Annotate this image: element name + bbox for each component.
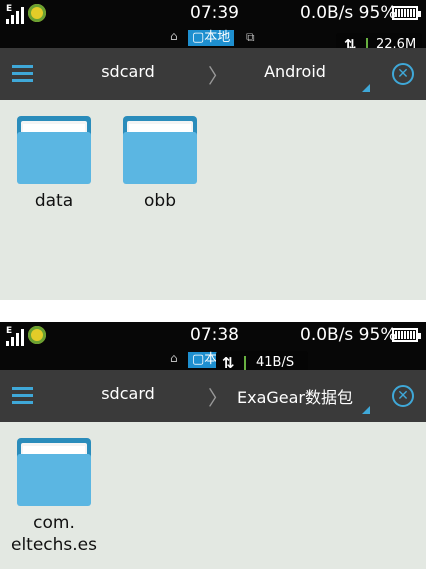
battery-icon	[392, 328, 421, 342]
folder-label-line: eltechs.es	[10, 535, 97, 555]
network-icon[interactable]: ⧉	[246, 30, 255, 45]
menu-icon[interactable]	[12, 387, 33, 404]
folder-item[interactable]: data	[4, 116, 104, 212]
breadcrumb-root[interactable]: sdcard	[78, 62, 178, 81]
breadcrumb-current[interactable]: ExaGear数据包	[230, 384, 360, 408]
breadcrumb-root[interactable]: sdcard	[78, 384, 178, 403]
breadcrumb-separator: 〉	[208, 386, 228, 410]
speed-battery-text: 0.0B/s 95%	[300, 3, 397, 23]
clock: 07:38	[190, 325, 239, 345]
dropdown-corner-icon[interactable]	[362, 406, 370, 414]
folder-label: data	[34, 191, 74, 211]
speed-battery-text: 0.0B/s 95%	[300, 325, 397, 345]
screenshot-bottom: E 07:38 0.0B/s 95% ⌂ ▢本地 ⇅ 41B/S sdcard …	[0, 322, 426, 569]
folder-label-line: com.	[33, 513, 75, 533]
dropdown-corner-icon[interactable]	[362, 84, 370, 92]
status-bar: E 07:38 0.0B/s 95%	[0, 322, 426, 350]
folder-item[interactable]: com. eltechs.es	[4, 438, 104, 556]
breadcrumb-current[interactable]: Android	[230, 62, 360, 81]
folder-item[interactable]: obb	[110, 116, 210, 212]
toolbar: sdcard 〉 ExaGear数据包 ✕	[0, 370, 426, 422]
signal-icon: E	[4, 326, 26, 346]
menu-icon[interactable]	[12, 65, 33, 82]
breadcrumb-separator: 〉	[208, 64, 228, 88]
folder-label: com. eltechs.es	[4, 512, 104, 556]
folder-icon	[17, 116, 91, 184]
app-badge-icon	[28, 4, 46, 22]
folder-icon	[123, 116, 197, 184]
app-badge-icon	[28, 326, 46, 344]
home-icon[interactable]: ⌂	[170, 29, 178, 43]
status-bar: E 07:39 0.0B/s 95%	[0, 0, 426, 28]
location-bar: ⌂ ▢本地	[0, 350, 426, 370]
location-chip[interactable]: ▢本地	[188, 30, 235, 46]
close-icon[interactable]: ✕	[392, 385, 414, 407]
toolbar: sdcard 〉 Android ✕	[0, 48, 426, 100]
signal-icon: E	[4, 4, 26, 24]
divider-gap	[0, 300, 426, 322]
close-icon[interactable]: ✕	[392, 63, 414, 85]
clock: 07:39	[190, 3, 239, 23]
folder-label: obb	[144, 191, 176, 211]
battery-icon	[392, 6, 421, 20]
folder-icon	[17, 438, 91, 506]
screenshot-top: E 07:39 0.0B/s 95% ⌂ ▢本地 ⧉ ⇅ 22.6M sdcar…	[0, 0, 426, 300]
home-icon[interactable]: ⌂	[170, 351, 178, 365]
